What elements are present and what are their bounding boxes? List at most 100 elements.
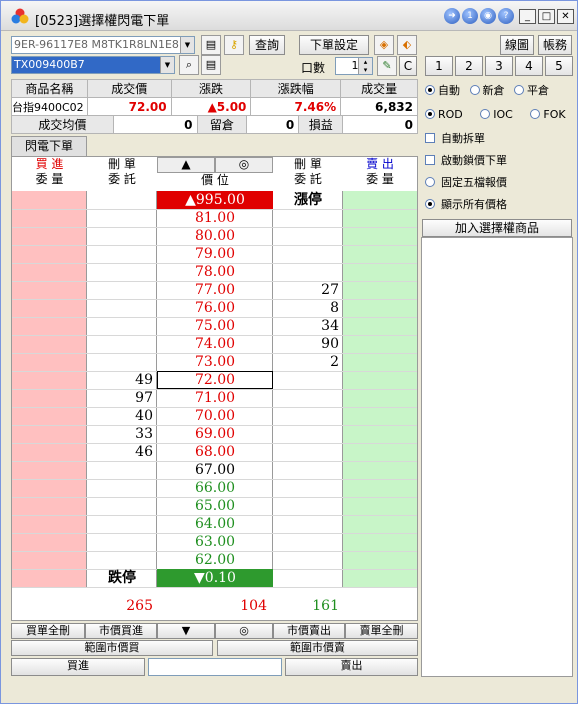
price-level[interactable]: 72.00 bbox=[157, 371, 273, 389]
center-button[interactable]: ◎ bbox=[215, 623, 273, 639]
sell-order-qty[interactable]: 8 bbox=[273, 299, 339, 317]
market-buy-button[interactable]: 市價買進 bbox=[85, 623, 157, 639]
minimize-button[interactable]: _ bbox=[519, 9, 536, 24]
cancel-all-sell-button[interactable]: 賣單全刪 bbox=[345, 623, 418, 639]
price-level[interactable]: 66.00 bbox=[157, 479, 273, 497]
tab-flash-order[interactable]: 閃電下單 bbox=[11, 136, 87, 156]
price-level[interactable]: 78.00 bbox=[157, 263, 273, 281]
maximize-button[interactable]: □ bbox=[538, 9, 555, 24]
scroll-up-button[interactable]: ▲ bbox=[157, 157, 215, 173]
radio-on-icon bbox=[425, 199, 435, 209]
checkbox-price-lock[interactable]: 啟動鎖價下單 bbox=[425, 153, 507, 169]
radio-close-position[interactable]: 平倉 bbox=[514, 84, 549, 97]
radio-ioc[interactable]: IOC bbox=[480, 108, 513, 121]
checkbox-show-all-prices[interactable]: 顯示所有價格 bbox=[425, 197, 507, 213]
radio-new-position[interactable]: 新倉 bbox=[469, 84, 505, 97]
price-level[interactable]: 76.00 bbox=[157, 299, 273, 317]
radio-fok[interactable]: FOK bbox=[530, 108, 566, 121]
info-icon[interactable]: 1 bbox=[462, 8, 478, 24]
copy-order-icon[interactable]: ▤ bbox=[201, 55, 221, 75]
price-level[interactable]: 80.00 bbox=[157, 227, 273, 245]
price-level[interactable]: 79.00 bbox=[157, 245, 273, 263]
price-level[interactable]: 64.00 bbox=[157, 515, 273, 533]
order-book-icon[interactable]: ▤ bbox=[201, 35, 221, 55]
radio-rod[interactable]: ROD bbox=[425, 108, 463, 121]
settings-diamond-icon[interactable]: ◈ bbox=[374, 35, 394, 55]
query-button[interactable]: 查詢 bbox=[249, 35, 285, 55]
order-price-input[interactable] bbox=[148, 658, 282, 676]
add-option-product-button[interactable]: 加入選擇權商品 bbox=[422, 219, 572, 237]
pen-icon[interactable]: ✎ bbox=[377, 56, 397, 76]
buy-button[interactable]: 買進 bbox=[11, 658, 145, 676]
price-level[interactable]: 67.00 bbox=[157, 461, 273, 479]
buy-order-qty[interactable]: 33 bbox=[87, 425, 153, 443]
sell-order-qty[interactable]: 2 bbox=[273, 353, 339, 371]
sell-order-qty[interactable]: 27 bbox=[273, 281, 339, 299]
search-icon[interactable]: ⌕ bbox=[179, 55, 199, 75]
price-level[interactable]: 68.00 bbox=[157, 443, 273, 461]
account-select[interactable]: 9ER-96117E8 M8TK1R8LN1E8 ▼ bbox=[11, 36, 195, 54]
double-diamond-icon[interactable]: ⬖ bbox=[397, 35, 417, 55]
checkbox-fixed-five[interactable]: 固定五檔報價 bbox=[425, 175, 507, 191]
buy-qty-header: 買 進 委 量 bbox=[12, 157, 87, 191]
lots-stepper[interactable]: 1 ▴ ▾ bbox=[335, 57, 373, 75]
center-price-button[interactable]: ◎ bbox=[215, 157, 273, 173]
clear-button[interactable]: C bbox=[399, 56, 417, 76]
price-level[interactable]: 63.00 bbox=[157, 533, 273, 551]
price-level[interactable]: 77.00 bbox=[157, 281, 273, 299]
help-icon[interactable]: ? bbox=[498, 8, 514, 24]
stepper-arrows-icon[interactable]: ▴ ▾ bbox=[358, 58, 372, 74]
radio-close-label: 平倉 bbox=[527, 84, 549, 97]
sell-button[interactable]: 賣出 bbox=[285, 658, 418, 676]
quick-qty-1[interactable]: 1 bbox=[425, 56, 453, 76]
chevron-down-icon[interactable]: ▼ bbox=[160, 57, 174, 73]
quick-qty-2[interactable]: 2 bbox=[455, 56, 483, 76]
close-button[interactable]: ✕ bbox=[557, 9, 574, 24]
quick-qty-3[interactable]: 3 bbox=[485, 56, 513, 76]
sell-order-qty[interactable]: 34 bbox=[273, 317, 339, 335]
globe-icon[interactable]: ◉ bbox=[480, 8, 496, 24]
price-level[interactable]: ▲995.00 bbox=[157, 191, 273, 209]
buy-order-qty[interactable]: 49 bbox=[87, 371, 153, 389]
price-level[interactable]: 69.00 bbox=[157, 425, 273, 443]
scroll-down-button[interactable]: ▼ bbox=[157, 623, 215, 639]
checkbox-auto-split[interactable]: 自動拆單 bbox=[425, 131, 485, 147]
radio-auto[interactable]: 自動 bbox=[425, 84, 460, 97]
radio-ioc-label: IOC bbox=[493, 108, 513, 121]
chart-button[interactable]: 線圖 bbox=[500, 35, 534, 55]
buy-header-line1: 買 進 bbox=[35, 157, 64, 171]
radio-on-icon bbox=[425, 109, 435, 119]
price-level[interactable]: 71.00 bbox=[157, 389, 273, 407]
forward-icon[interactable]: ➜ bbox=[444, 8, 460, 24]
chevron-down-icon[interactable]: ▼ bbox=[180, 37, 194, 53]
key-icon[interactable]: ⚷ bbox=[224, 35, 244, 55]
price-level[interactable]: 73.00 bbox=[157, 353, 273, 371]
option-product-list[interactable] bbox=[421, 237, 573, 677]
cancel-all-buy-button[interactable]: 買單全刪 bbox=[11, 623, 85, 639]
delete-sell-line2: 委 託 bbox=[294, 172, 322, 186]
price-level[interactable]: 74.00 bbox=[157, 335, 273, 353]
buy-order-qty[interactable]: 97 bbox=[87, 389, 153, 407]
price-level[interactable]: 75.00 bbox=[157, 317, 273, 335]
buy-order-qty[interactable]: 46 bbox=[87, 443, 153, 461]
account-button[interactable]: 帳務 bbox=[538, 35, 572, 55]
price-level[interactable]: 81.00 bbox=[157, 209, 273, 227]
range-market-sell-button[interactable]: 範圍市價賣 bbox=[217, 640, 418, 656]
delete-sell-line1: 刪 單 bbox=[294, 157, 322, 171]
mid-total: 104 bbox=[240, 598, 267, 614]
order-settings-button[interactable]: 下單設定 bbox=[299, 35, 369, 55]
product-code-input[interactable]: TX009400B7 ▼ bbox=[11, 56, 175, 74]
header-change-pct: 漲跌幅 bbox=[250, 79, 342, 98]
buy-order-qty[interactable]: 40 bbox=[87, 407, 153, 425]
price-level[interactable]: 70.00 bbox=[157, 407, 273, 425]
quick-qty-4[interactable]: 4 bbox=[515, 56, 543, 76]
price-level[interactable]: 65.00 bbox=[157, 497, 273, 515]
price-level[interactable]: 62.00 bbox=[157, 551, 273, 569]
sell-total: 161 bbox=[312, 598, 339, 614]
title-bar[interactable]: [0523]選擇權閃電下單 ➜ 1 ◉ ? _ □ ✕ bbox=[1, 1, 577, 31]
market-sell-button[interactable]: 市價賣出 bbox=[273, 623, 345, 639]
quick-qty-5[interactable]: 5 bbox=[545, 56, 573, 76]
range-market-buy-button[interactable]: 範圍市價買 bbox=[11, 640, 213, 656]
sell-order-qty[interactable]: 90 bbox=[273, 335, 339, 353]
price-level[interactable]: ▼0.10 bbox=[157, 569, 273, 587]
